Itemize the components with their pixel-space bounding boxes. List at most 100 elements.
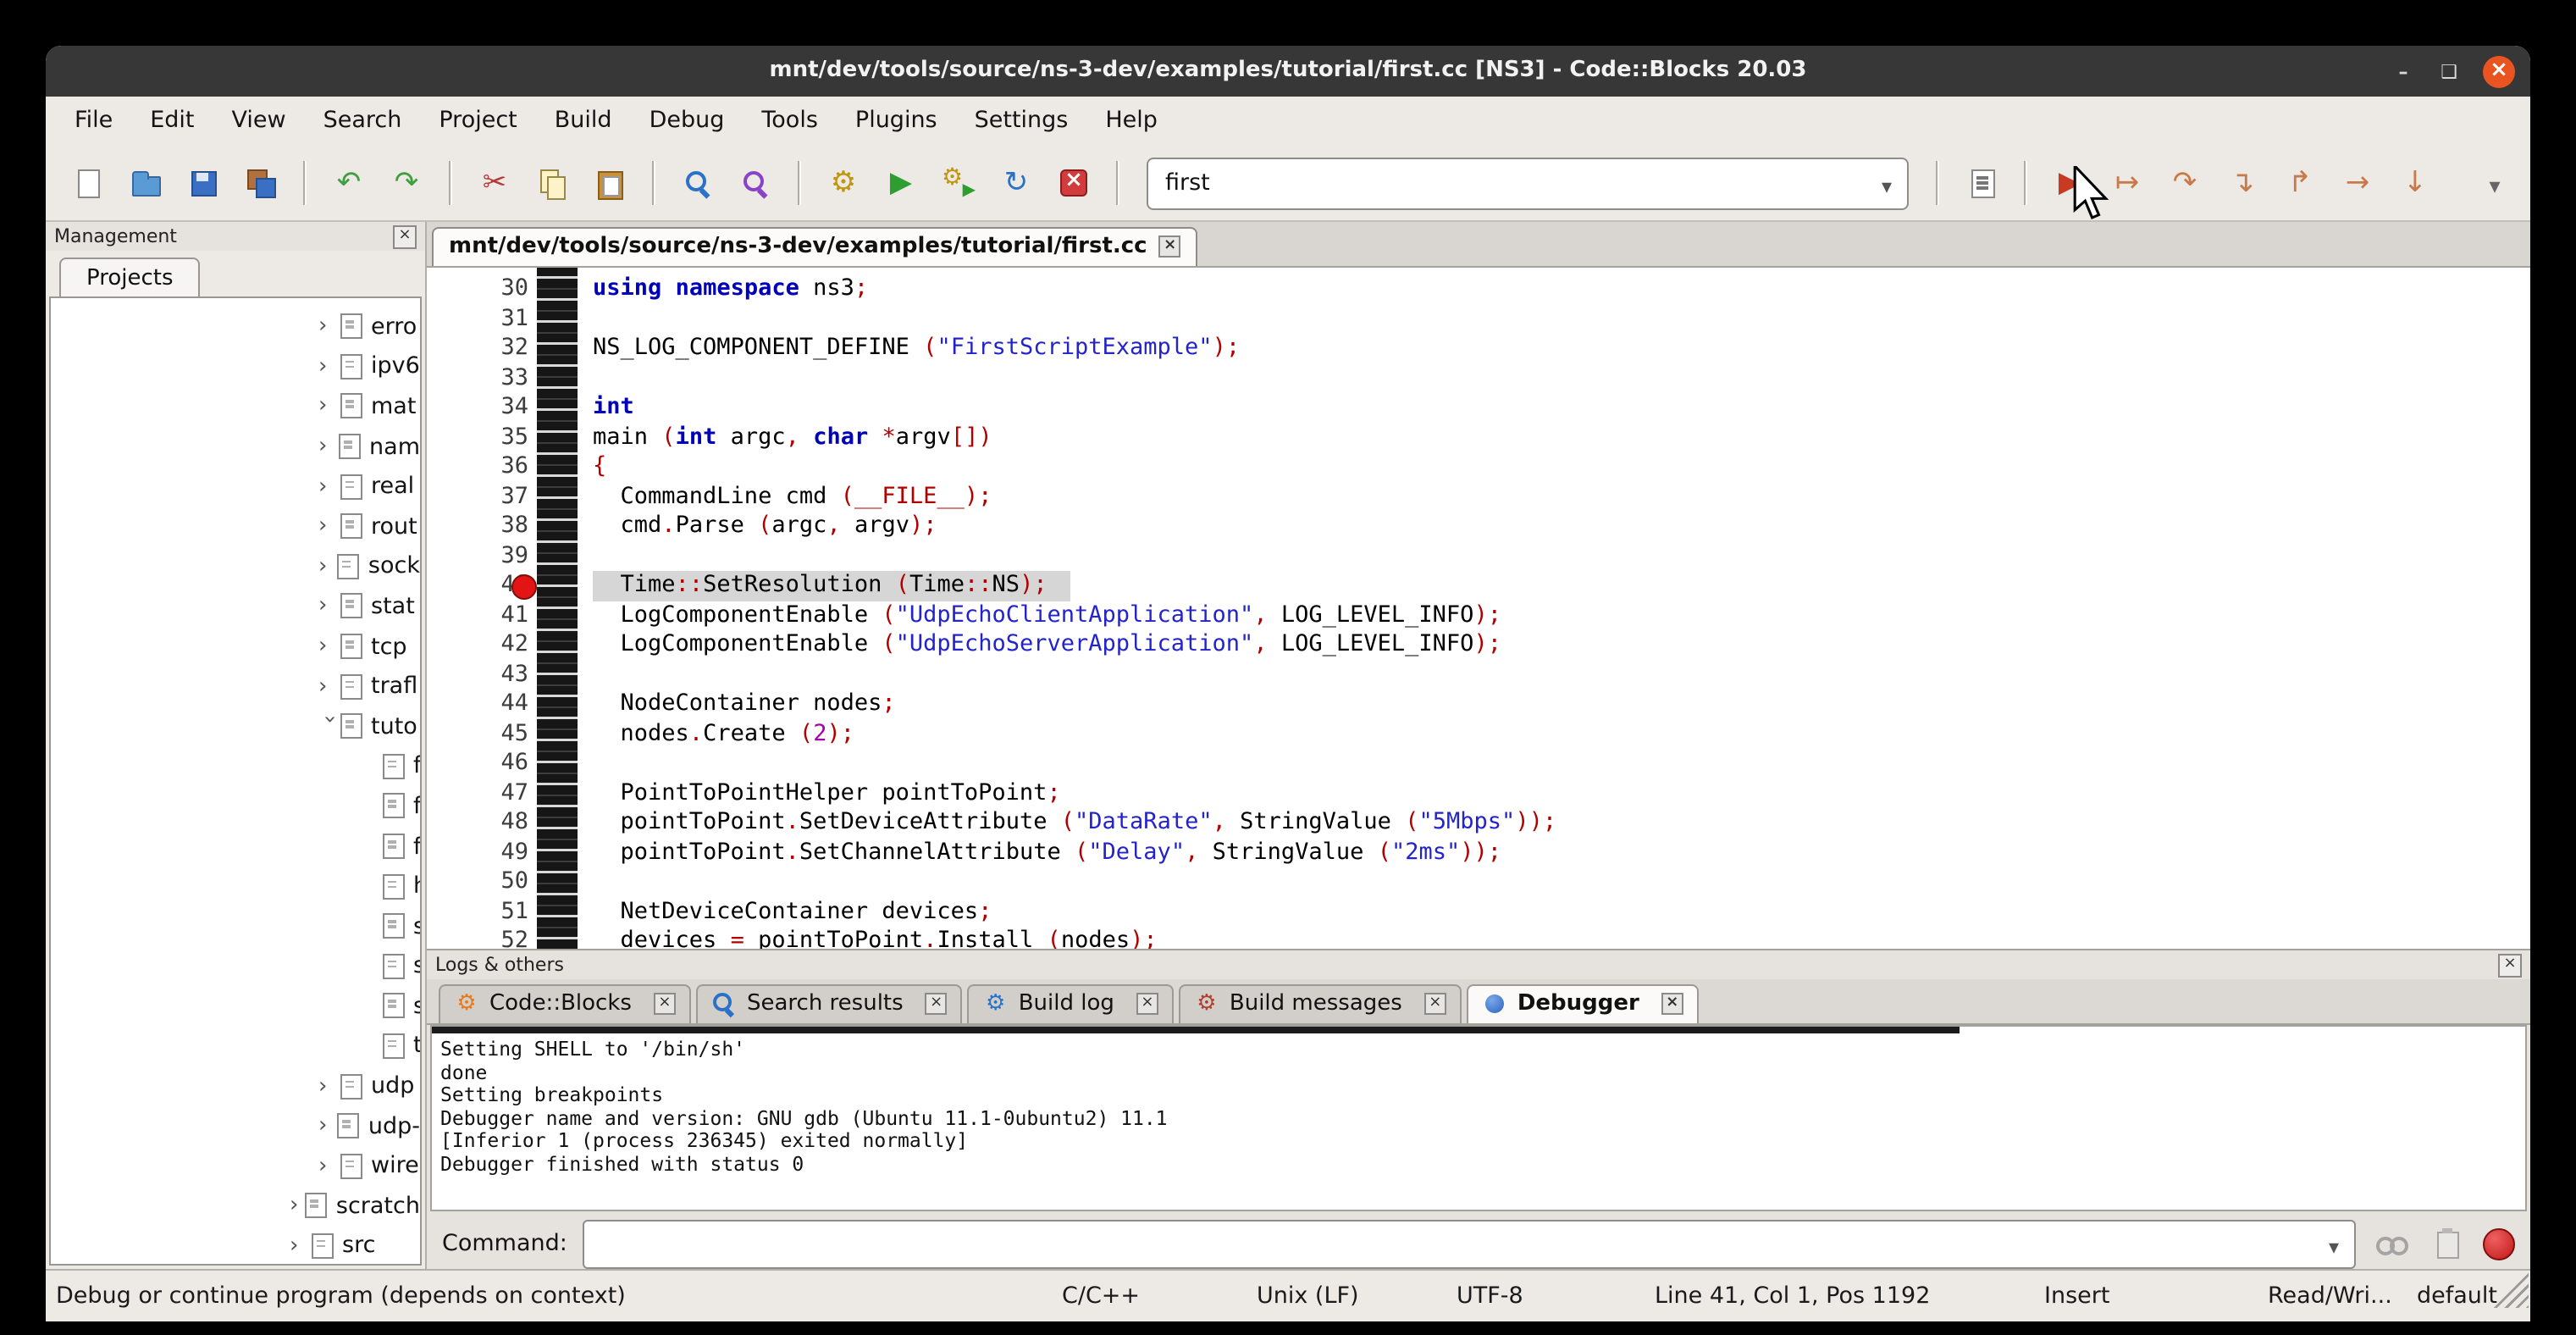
tree-item-stat[interactable]: stat [51,586,420,626]
line-number[interactable]: 43 [427,660,537,690]
tab-search-results[interactable]: Search results [696,984,963,1023]
chevron-down-icon[interactable] [1866,167,1907,199]
command-combo[interactable] [583,1219,2356,1268]
tree-item-real[interactable]: real [51,467,420,507]
tree-item-src[interactable]: src [51,1226,420,1266]
tree-item-he[interactable]: he [51,867,420,906]
redo-button[interactable]: ↷ [381,158,432,208]
line-number[interactable]: 35 [427,423,537,452]
debugger-log[interactable]: Setting SHELL to '/bin/sh'doneSetting br… [430,1025,2527,1211]
code-editor[interactable]: 30using namespace ns3;3132NS_LOG_COMPONE… [427,268,2530,949]
tree-item-trafl[interactable]: trafl [51,667,420,706]
chevron-right-icon[interactable] [290,1195,306,1217]
tree-item-scratch[interactable]: scratch [51,1186,420,1226]
chevron-right-icon[interactable] [318,1115,338,1137]
tree-item-ipv6[interactable]: ipv6 [51,346,420,386]
paste-button[interactable] [584,158,635,208]
chevron-right-icon[interactable] [318,1155,340,1177]
chevron-right-icon[interactable] [318,1075,340,1097]
line-number[interactable]: 42 [427,630,537,660]
breakpoint-marker[interactable] [511,574,537,600]
line-number[interactable]: 30 [427,274,537,304]
menu-item-edit[interactable]: Edit [131,97,213,146]
tree-item-udp[interactable]: udp- [51,1106,420,1146]
line-number[interactable]: 49 [427,838,537,867]
step-into-instruction-button[interactable]: ↓ [2390,158,2441,208]
attach-button[interactable] [2371,1223,2412,1264]
chevron-right-icon[interactable] [318,556,338,578]
tab-close-button[interactable] [1661,993,1683,1015]
chevron-right-icon[interactable] [318,675,340,697]
line-number[interactable]: 33 [427,363,537,393]
stop-debugger-button[interactable] [2483,1227,2515,1260]
save-all-button[interactable] [235,158,286,208]
line-number[interactable]: 32 [427,334,537,363]
line-number[interactable]: 38 [427,512,537,541]
tree-item-se[interactable]: se [51,906,420,946]
line-number[interactable]: 52 [427,927,537,949]
tab-build-messages[interactable]: Build messages [1179,984,1462,1023]
tab-close-button[interactable] [1424,993,1446,1015]
find-in-files-button[interactable] [730,158,781,208]
line-number[interactable]: 46 [427,749,537,778]
line-number[interactable]: 36 [427,452,537,482]
tree-item-tuto[interactable]: tuto [51,706,420,746]
tab-close-button[interactable] [654,993,676,1015]
tree-item-tcp[interactable]: tcp [51,627,420,667]
next-line-button[interactable]: ↷ [2159,158,2210,208]
tab-code-blocks[interactable]: Code::Blocks [439,984,691,1023]
save-file-button[interactable] [178,158,229,208]
chevron-right-icon[interactable] [318,316,340,338]
chevron-right-icon[interactable] [290,1235,312,1257]
line-number[interactable]: 34 [427,393,537,423]
menu-item-search[interactable]: Search [305,97,421,146]
find-button[interactable] [672,158,723,208]
close-button[interactable] [2483,55,2515,87]
tab-build-log[interactable]: Build log [968,984,1174,1023]
editor-tab-first-cc[interactable]: mnt/dev/tools/source/ns-3-dev/examples/t… [432,227,1198,266]
line-number[interactable]: 37 [427,482,537,512]
maximize-button[interactable] [2437,60,2461,82]
new-file-button[interactable] [63,158,113,208]
toolbar-overflow-button[interactable] [2473,167,2517,199]
undo-button[interactable]: ↶ [323,158,374,208]
debugger-command-input[interactable] [584,1221,2313,1266]
chevron-right-icon[interactable] [318,356,340,378]
tab-projects[interactable]: Projects [59,258,201,296]
menu-item-settings[interactable]: Settings [956,97,1087,146]
compiler-messages-button[interactable] [1956,158,2007,208]
next-instruction-button[interactable]: → [2332,158,2383,208]
tree-item-udp[interactable]: udp [51,1066,420,1106]
build-and-run-button[interactable] [933,158,984,208]
tree-item-erro[interactable]: erro [51,307,420,346]
tree-item-th[interactable]: th [51,1026,420,1066]
minimize-button[interactable] [2391,60,2415,82]
tab-close-button[interactable] [926,993,948,1015]
tree-item-sock[interactable]: sock [51,546,420,586]
chevron-down-icon[interactable] [2313,1227,2354,1260]
line-number[interactable]: 44 [427,690,537,719]
chevron-right-icon[interactable] [318,475,340,497]
build-target-select[interactable]: first [1147,157,1909,209]
chevron-right-icon[interactable] [318,396,340,418]
tree-item-wire[interactable]: wire [51,1146,420,1186]
chevron-down-icon[interactable] [318,715,340,737]
tab-close-button[interactable] [1136,993,1158,1015]
line-number[interactable]: 31 [427,304,537,334]
line-number[interactable]: 48 [427,808,537,838]
step-into-button[interactable]: ↴ [2217,158,2268,208]
open-file-button[interactable] [120,158,171,208]
tree-item-rout[interactable]: rout [51,507,420,546]
build-button[interactable]: ⚙ [818,158,869,208]
chevron-right-icon[interactable] [318,435,339,457]
tree-item-fif[interactable]: fif [51,746,420,786]
close-panel-button[interactable] [393,224,417,248]
menu-item-build[interactable]: Build [536,97,631,146]
title-bar[interactable]: mnt/dev/tools/source/ns-3-dev/examples/t… [46,46,2530,97]
tree-item-mat[interactable]: mat [51,386,420,426]
tree-item-fir[interactable]: fir [51,786,420,826]
tree-item-se[interactable]: se [51,946,420,986]
chevron-right-icon[interactable] [318,516,340,538]
copy-button[interactable] [527,158,578,208]
line-number[interactable]: 47 [427,778,537,808]
